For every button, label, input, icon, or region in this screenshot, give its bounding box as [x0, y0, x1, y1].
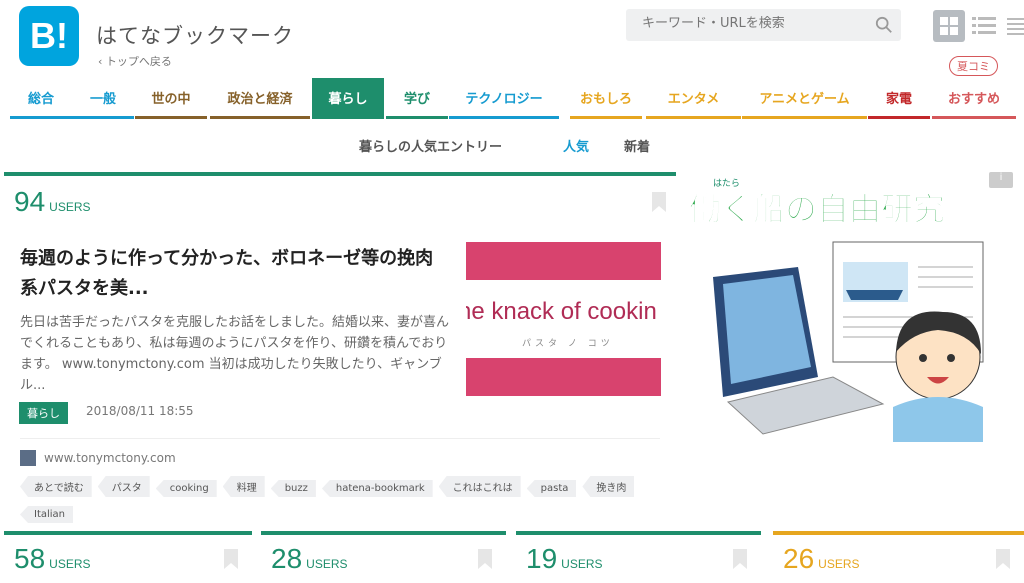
site-favicon-icon — [20, 450, 36, 466]
compact-list-view-icon[interactable] — [1003, 10, 1024, 42]
tag[interactable]: これはこれは — [438, 476, 521, 497]
entry-card-small[interactable]: 58 USERS — [4, 531, 252, 583]
tag[interactable]: hatena-bookmark — [321, 480, 433, 497]
nav-item[interactable]: エンタメ — [646, 78, 741, 119]
tab-new[interactable]: 新着 — [624, 136, 650, 155]
ad-info-icon[interactable]: i — [989, 172, 1013, 188]
ad-headline: 働く船の自由研究 — [689, 190, 945, 228]
thumbnail-band-top — [466, 242, 661, 280]
entry-title[interactable]: 毎週のように作って分かった、ボロネーゼ等の挽肉系パスタを美... — [20, 244, 450, 304]
nav-item[interactable]: 世の中 — [135, 78, 207, 119]
domain-text[interactable]: www.tonymctony.com — [44, 451, 176, 465]
site-title[interactable]: はてなブックマーク — [96, 20, 294, 50]
users-count[interactable]: 94 USERS — [14, 186, 91, 218]
entry-card-small[interactable]: 19 USERS — [516, 531, 761, 583]
nav-item[interactable]: 暮らし — [312, 78, 384, 119]
header: B! はてなブックマーク ‹ トップへ戻る 夏コミ — [0, 0, 1024, 78]
tag[interactable]: Italian — [20, 506, 74, 523]
bookmark-icon[interactable] — [224, 549, 238, 569]
nav-item[interactable]: おすすめ — [932, 78, 1016, 119]
search-icon[interactable] — [875, 16, 893, 34]
tag[interactable]: あとで読む — [20, 476, 92, 497]
nav-item[interactable]: 政治と経済 — [210, 78, 310, 119]
sub-nav: 暮らしの人気エントリー 人気 新着 — [0, 136, 1024, 156]
search-box — [626, 9, 901, 41]
bookmark-icon[interactable] — [996, 549, 1010, 569]
nav-item[interactable]: テクノロジー — [449, 78, 559, 119]
category-nav: 総合 一般 世の中 政治と経済 暮らし 学び テクノロジー おもしろ エンタメ アニメとゲーム 家電… — [0, 78, 1024, 119]
ad-ruby: はたら — [713, 178, 740, 189]
thumbnail-subtext: パスタ ノ コツ — [522, 339, 614, 349]
bookmark-icon[interactable] — [733, 549, 747, 569]
hatena-bookmark-logo[interactable]: B! — [19, 6, 79, 66]
entry-domain[interactable]: www.tonymctony.com — [20, 450, 176, 466]
users-count[interactable]: 28 USERS — [271, 543, 348, 575]
tag[interactable]: cooking — [155, 480, 217, 497]
nav-item[interactable]: 家電 — [868, 78, 930, 119]
tag[interactable]: pasta — [526, 480, 577, 497]
tag[interactable]: buzz — [270, 480, 316, 497]
bookmark-icon[interactable] — [478, 549, 492, 569]
users-count[interactable]: 58 USERS — [14, 543, 91, 575]
tag[interactable]: 挽き肉 — [582, 476, 635, 497]
divider — [20, 438, 660, 439]
back-to-top-link[interactable]: ‹ トップへ戻る — [98, 53, 172, 69]
entry-thumbnail[interactable]: he knack of cookin パスタ ノ コツ — [466, 242, 661, 396]
nav-item[interactable]: 一般 — [72, 78, 134, 119]
bookmark-icon[interactable] — [652, 192, 666, 212]
list-view-icon[interactable] — [968, 10, 1000, 42]
users-count[interactable]: 26 USERS — [783, 543, 860, 575]
category-badge[interactable]: 暮らし — [19, 402, 68, 424]
ad-illustration: はたら 働く船の自由研究 — [689, 178, 984, 442]
users-count[interactable]: 19 USERS — [526, 543, 603, 575]
tag[interactable]: 料理 — [222, 476, 265, 497]
entry-description: 先日は苦手だったパスタを克服したお話をしました。結婚以来、妻が喜んでくれることも… — [20, 315, 450, 393]
entry-card-small[interactable]: 28 USERS — [261, 531, 506, 583]
advertisement[interactable]: はたら 働く船の自由研究 — [683, 172, 1017, 527]
thumbnail-band-bottom — [466, 358, 661, 396]
tag[interactable]: パスタ — [97, 476, 150, 497]
nav-item[interactable]: 学び — [386, 78, 448, 119]
entry-card-small[interactable]: 26 USERS — [773, 531, 1024, 583]
section-title: 暮らしの人気エントリー — [359, 140, 503, 155]
tab-popular[interactable]: 人気 — [563, 136, 589, 155]
nav-item[interactable]: アニメとゲーム — [742, 78, 867, 119]
entry-card[interactable]: 94 USERS 毎週のように作って分かった、ボロネーゼ等の挽肉系パスタを美...… — [4, 172, 676, 527]
natsu-comi-badge[interactable]: 夏コミ — [949, 56, 998, 76]
nav-item[interactable]: 総合 — [10, 78, 72, 119]
search-input[interactable] — [642, 16, 872, 31]
nav-item[interactable]: おもしろ — [570, 78, 642, 119]
tag-list: あとで読む パスタ cooking 料理 buzz hatena-bookmark これはこ… — [20, 476, 660, 528]
thumbnail-text: he knack of cookin — [466, 298, 657, 325]
entry-date: 2018/08/11 18:55 — [86, 404, 194, 418]
grid-view-icon[interactable] — [933, 10, 965, 42]
